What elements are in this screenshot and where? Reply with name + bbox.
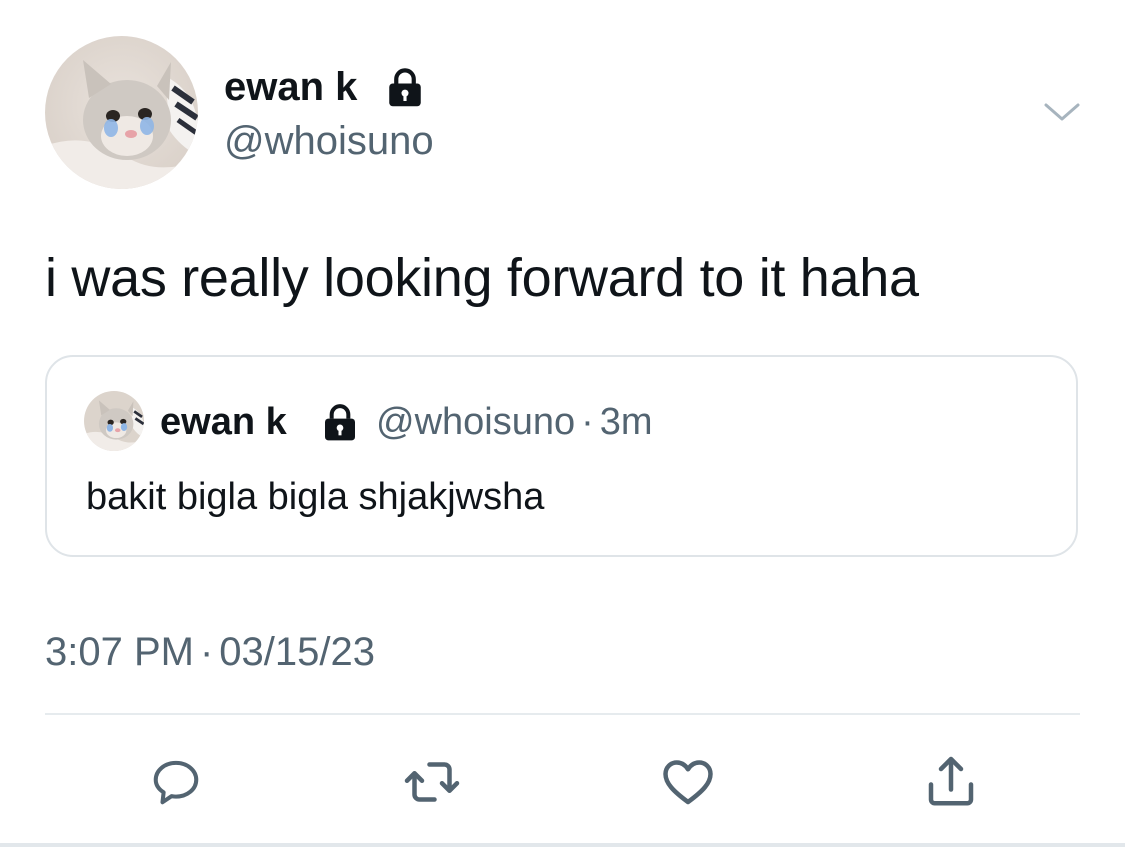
bottom-divider <box>0 843 1125 847</box>
separator-dot: · <box>581 401 594 443</box>
retweet-button[interactable] <box>402 752 462 812</box>
reply-icon <box>153 760 199 805</box>
reply-button[interactable] <box>146 752 206 812</box>
quoted-age: 3m <box>599 401 653 443</box>
share-button[interactable] <box>921 752 981 812</box>
quoted-tweet[interactable] <box>45 355 1078 557</box>
separator-dot: · <box>199 630 214 674</box>
heart-icon <box>663 760 713 805</box>
author-avatar[interactable] <box>45 36 198 189</box>
cat-avatar-icon <box>84 391 144 451</box>
quoted-handle: @whoisuno <box>376 401 576 443</box>
retweet-icon <box>404 762 460 802</box>
author-handle[interactable]: @whoisuno <box>224 118 434 164</box>
divider <box>45 713 1080 715</box>
tweet-text: i was really looking forward to it haha <box>45 248 919 308</box>
quoted-display-name: ewan k <box>160 401 287 443</box>
lock-icon <box>389 68 421 107</box>
author-display-name[interactable]: ewan k <box>224 64 357 110</box>
like-button[interactable] <box>658 752 718 812</box>
lock-icon <box>325 404 355 441</box>
quoted-meta: @whoisuno · 3m <box>376 400 653 444</box>
cat-avatar-icon <box>45 36 198 189</box>
quoted-author-avatar <box>84 391 144 451</box>
quoted-text: bakit bigla bigla shjakjwsha <box>86 476 545 518</box>
share-icon <box>928 756 974 806</box>
tweet-card: ewan k @whoisuno i was really looking fo… <box>0 0 1125 847</box>
tweet-time: 3:07 PM <box>45 630 194 674</box>
chevron-down-icon[interactable] <box>1042 96 1082 128</box>
tweet-timestamp[interactable]: 3:07 PM · 03/15/23 <box>45 628 375 676</box>
tweet-date: 03/15/23 <box>219 630 375 674</box>
